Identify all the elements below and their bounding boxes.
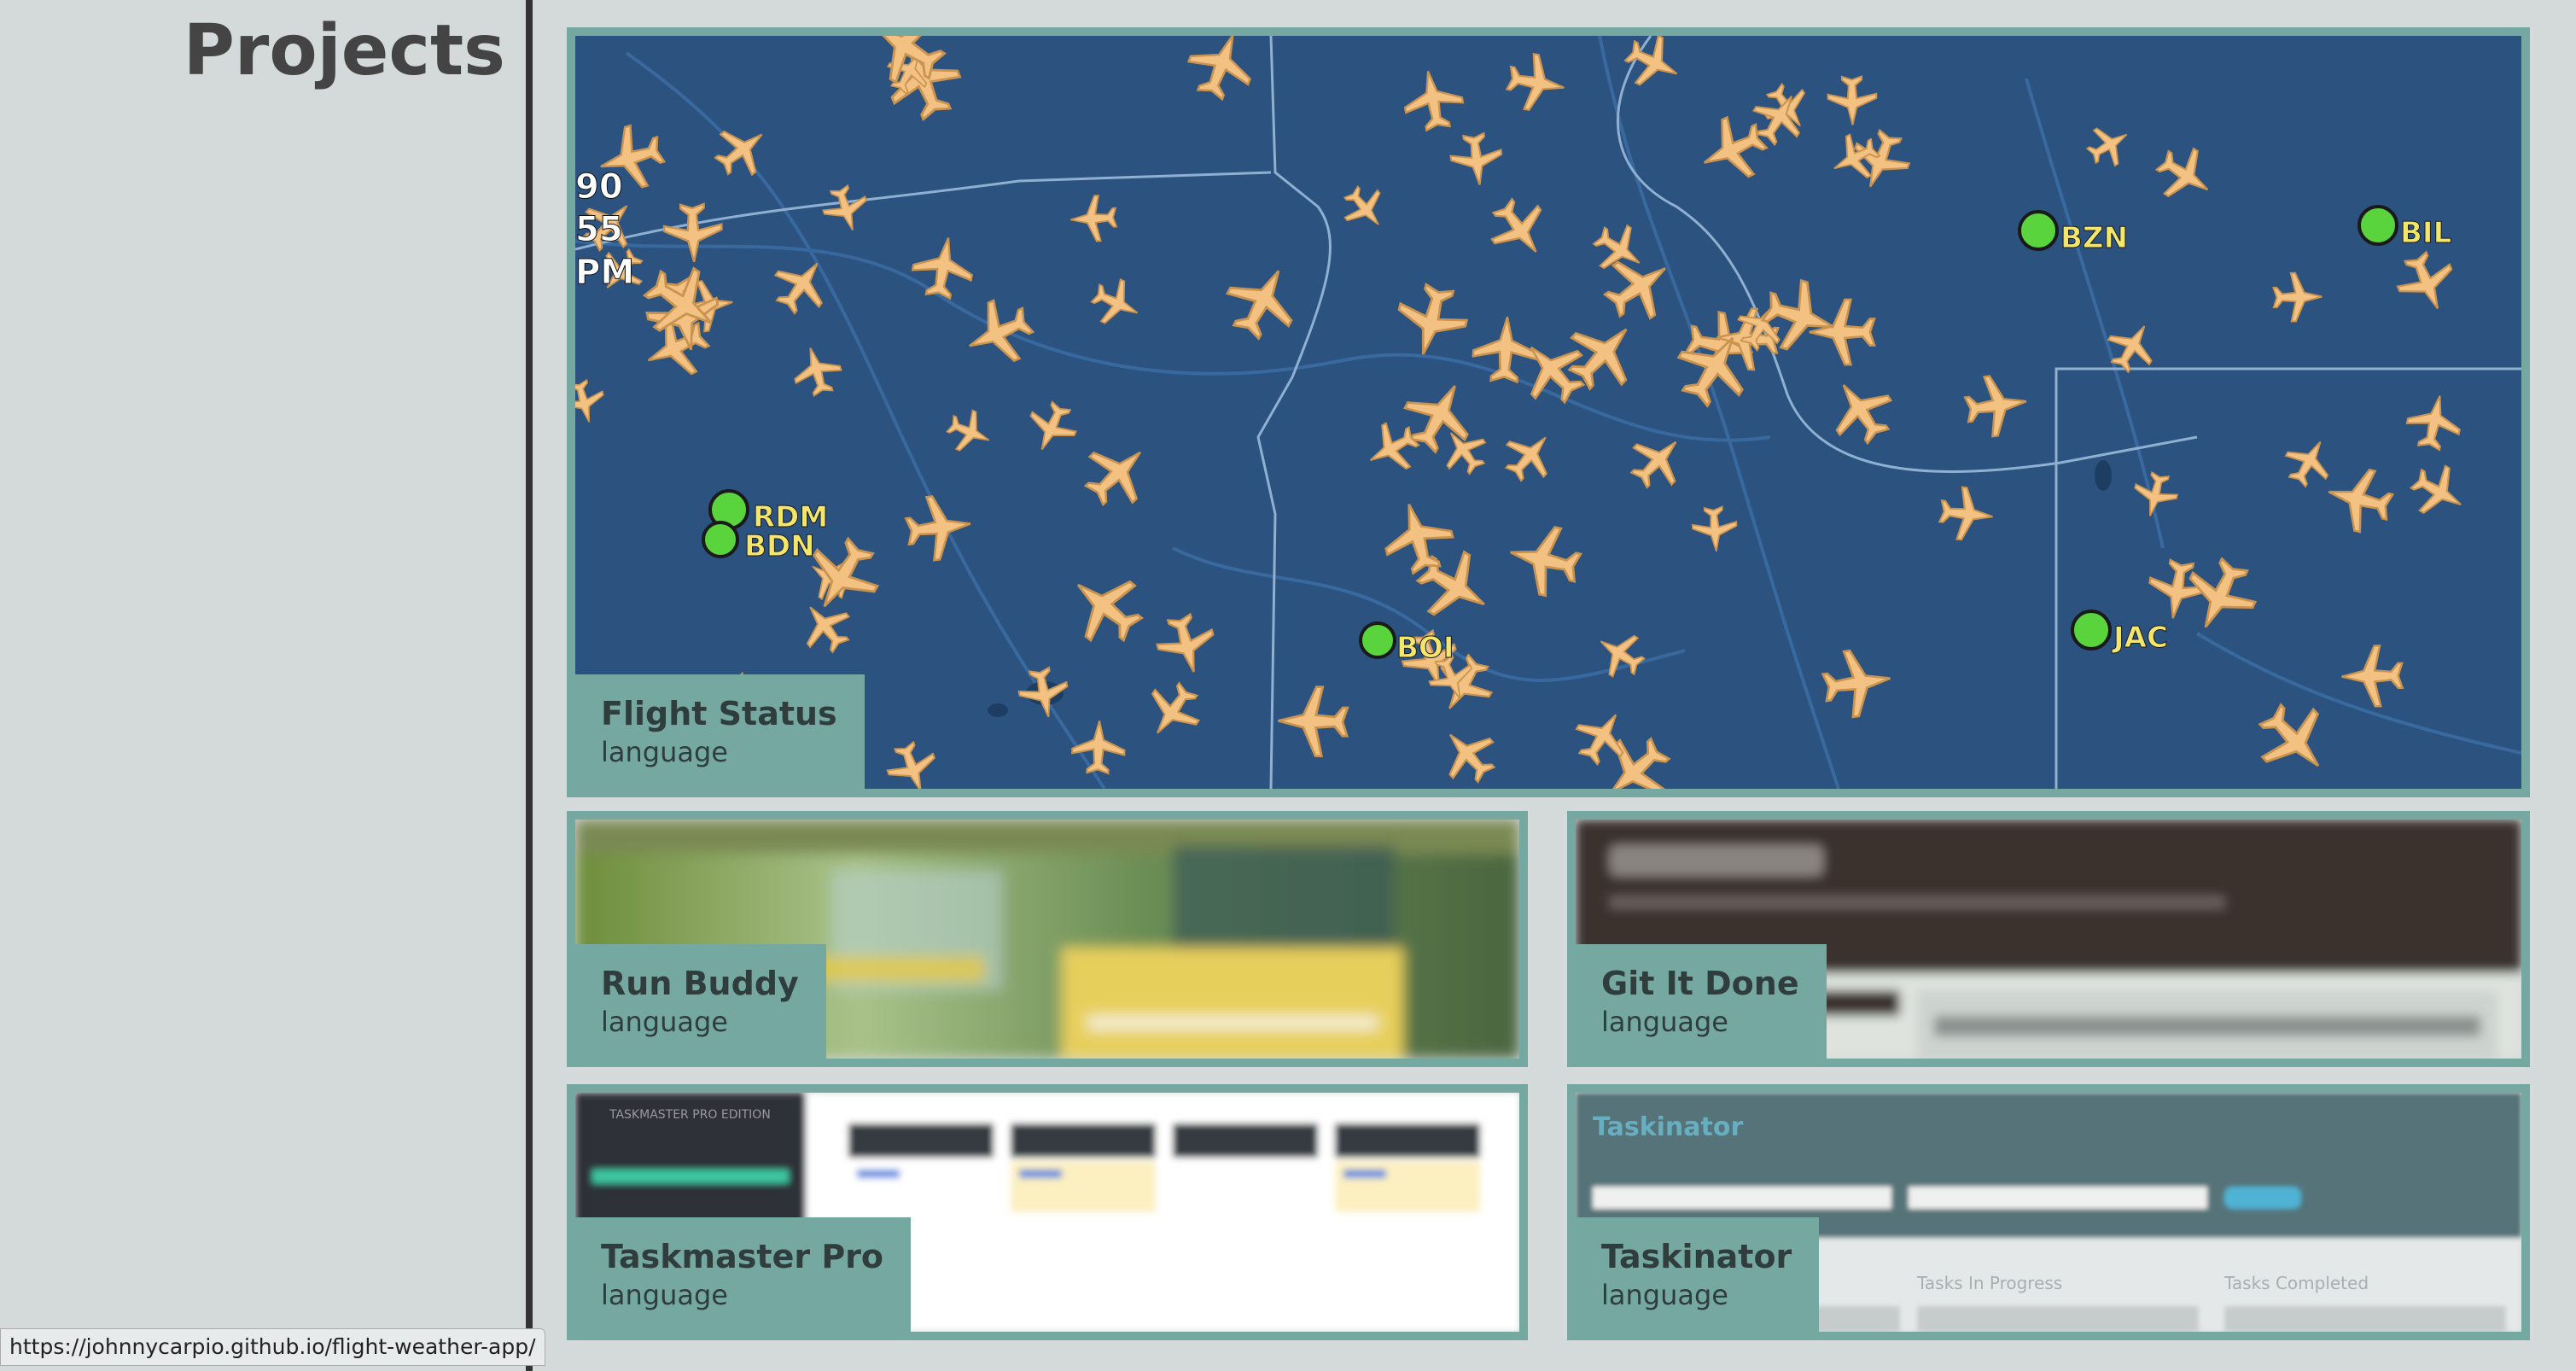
project-title: Flight Status <box>601 695 837 732</box>
project-title: Taskmaster Pro <box>601 1238 884 1275</box>
project-label: Flight Status language <box>575 674 865 789</box>
vertical-divider <box>526 0 533 1371</box>
project-label: Run Buddy language <box>575 944 826 1059</box>
airport-label-bzn: BZN <box>2060 221 2128 255</box>
taskinator-thumb-col-3: Tasks Completed <box>2223 1273 2369 1293</box>
map-overlay-text-1: 90 <box>575 167 623 207</box>
page-title: Projects <box>183 10 505 91</box>
airport-label-bdn: BDN <box>744 529 815 563</box>
airport-label-boi: BOI <box>1396 631 1454 665</box>
project-language: language <box>601 736 728 768</box>
project-card-git-it-done[interactable]: Git It Done language <box>1567 811 2530 1067</box>
airport-label-bil: BIL <box>2400 216 2451 250</box>
project-language: language <box>1601 1006 1728 1038</box>
project-language: language <box>1601 1279 1728 1311</box>
project-title: Taskinator <box>1601 1238 1792 1275</box>
flight-map-thumbnail: RDM BDN BOI BZN BIL JAC 90 55 PM <box>575 36 2521 789</box>
project-label: Taskmaster Pro language <box>575 1217 912 1332</box>
project-card-flight-status[interactable]: RDM BDN BOI BZN BIL JAC 90 55 PM Flight … <box>567 27 2530 797</box>
project-card-taskmaster-pro[interactable]: TASKMASTER PRO EDITION Taskmaster Pro la… <box>567 1084 1528 1340</box>
map-overlay-text-2: 55 <box>575 210 623 249</box>
project-language: language <box>601 1279 728 1311</box>
airport-label-jac: JAC <box>2112 621 2168 655</box>
project-card-taskinator[interactable]: Taskinator Tasks In Progress Tasks Compl… <box>1567 1084 2530 1340</box>
taskmaster-thumb-heading: TASKMASTER PRO EDITION <box>609 1108 771 1122</box>
taskinator-thumb-heading: Taskinator <box>1593 1112 1743 1142</box>
project-label: Taskinator language <box>1576 1217 1820 1332</box>
map-overlay-text-3: PM <box>575 253 634 292</box>
project-language: language <box>601 1006 728 1038</box>
taskinator-thumb-col-2: Tasks In Progress <box>1916 1273 2062 1293</box>
project-label: Git It Done language <box>1576 944 1827 1059</box>
project-card-run-buddy[interactable]: Run Buddy language <box>567 811 1528 1067</box>
project-title: Run Buddy <box>601 965 799 1002</box>
browser-status-bar-url: https://johnnycarpio.github.io/flight-we… <box>0 1328 545 1366</box>
project-title: Git It Done <box>1601 965 1799 1002</box>
